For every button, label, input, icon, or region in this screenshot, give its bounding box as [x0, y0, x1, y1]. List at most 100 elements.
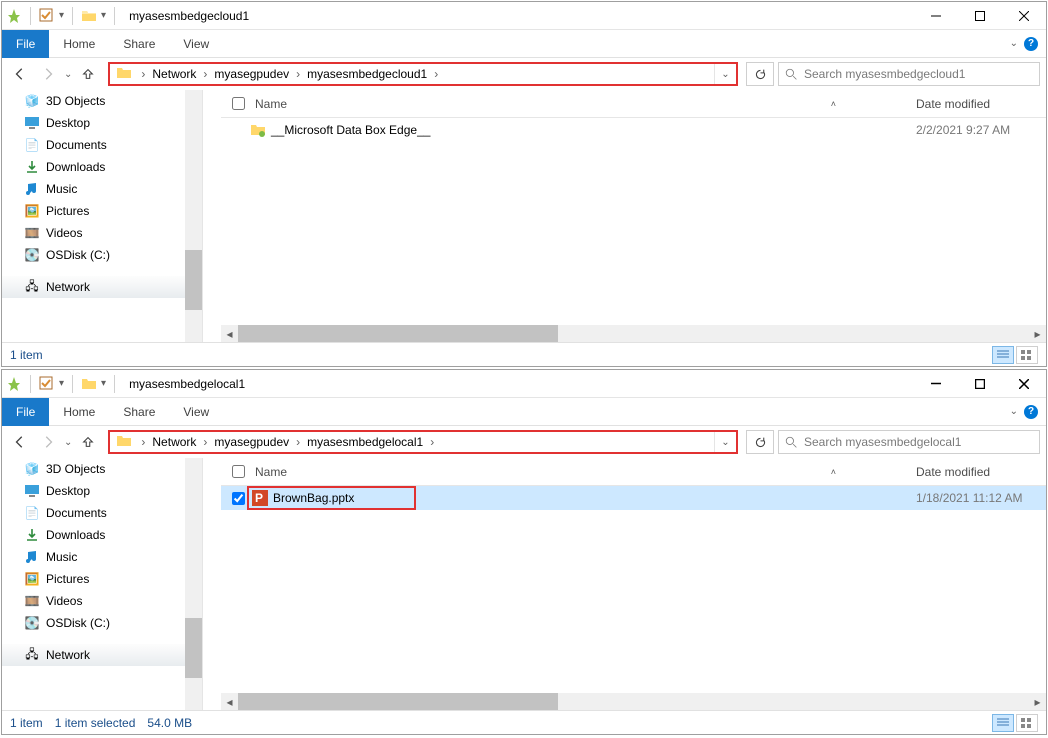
- scroll-right-icon[interactable]: ▸: [1029, 325, 1046, 342]
- sort-ascending-icon[interactable]: ˄: [831, 99, 836, 109]
- navitem-downloads[interactable]: Downloads: [2, 524, 202, 546]
- refresh-button[interactable]: [746, 430, 774, 454]
- properties-check-icon[interactable]: [39, 376, 55, 392]
- history-dropdown-icon[interactable]: ▾: [101, 10, 106, 21]
- back-button[interactable]: [8, 62, 32, 86]
- up-button[interactable]: [76, 430, 100, 454]
- scroll-thumb[interactable]: [238, 325, 558, 342]
- column-name[interactable]: Name: [249, 97, 831, 111]
- ribbon-expand-icon[interactable]: ⌄: [1010, 38, 1018, 49]
- navitem-osdisk[interactable]: 💽OSDisk (C:): [2, 612, 202, 634]
- navitem-documents[interactable]: 📄Documents: [2, 134, 202, 156]
- tab-view[interactable]: View: [169, 398, 223, 426]
- ribbon-expand-icon[interactable]: ⌄: [1010, 406, 1018, 417]
- titlebar[interactable]: ▾ ▾ myasesmbedgecloud1: [2, 2, 1046, 30]
- search-input[interactable]: [804, 435, 1033, 449]
- search-box[interactable]: [778, 430, 1040, 454]
- close-button[interactable]: [1002, 2, 1046, 30]
- tab-file[interactable]: File: [2, 30, 49, 58]
- navitem-videos[interactable]: 🎞️Videos: [2, 590, 202, 612]
- view-details-button[interactable]: [992, 714, 1014, 732]
- navigation-pane[interactable]: 🧊3D Objects Desktop 📄Documents Downloads…: [2, 458, 202, 710]
- breadcrumb[interactable]: › Network› myasegpudev› myasesmbedgeloca…: [138, 431, 437, 453]
- tab-view[interactable]: View: [169, 30, 223, 58]
- tab-home[interactable]: Home: [49, 398, 109, 426]
- crumb-host[interactable]: myasegpudev: [210, 67, 293, 81]
- help-icon[interactable]: ?: [1024, 405, 1038, 419]
- horizontal-scrollbar[interactable]: ◂ ▸: [221, 693, 1046, 710]
- column-date[interactable]: Date modified: [916, 465, 1046, 479]
- row-checkbox[interactable]: [232, 492, 245, 505]
- forward-button[interactable]: [36, 430, 60, 454]
- address-dropdown-icon[interactable]: ⌄: [714, 64, 736, 84]
- column-headers[interactable]: Name ˄ Date modified: [221, 458, 1046, 486]
- navitem-osdisk[interactable]: 💽OSDisk (C:): [2, 244, 202, 266]
- properties-check-icon[interactable]: [39, 8, 55, 24]
- refresh-button[interactable]: [746, 62, 774, 86]
- view-large-button[interactable]: [1016, 714, 1038, 732]
- maximize-button[interactable]: [958, 2, 1002, 30]
- horizontal-scrollbar[interactable]: ◂ ▸: [221, 325, 1046, 342]
- back-button[interactable]: [8, 430, 32, 454]
- view-large-button[interactable]: [1016, 346, 1038, 364]
- tab-share[interactable]: Share: [109, 30, 169, 58]
- crumb-network[interactable]: Network: [148, 435, 200, 449]
- close-button[interactable]: [1002, 370, 1046, 398]
- navitem-pictures[interactable]: 🖼️Pictures: [2, 568, 202, 590]
- search-box[interactable]: [778, 62, 1040, 86]
- crumb-host[interactable]: myasegpudev: [210, 435, 293, 449]
- file-row[interactable]: __Microsoft Data Box Edge__ 2/2/2021 9:2…: [221, 118, 1046, 142]
- navpane-scroll-thumb[interactable]: [185, 618, 202, 678]
- qat-dropdown-icon[interactable]: ▾: [59, 10, 64, 21]
- navitem-downloads[interactable]: Downloads: [2, 156, 202, 178]
- navitem-documents[interactable]: 📄Documents: [2, 502, 202, 524]
- scroll-right-icon[interactable]: ▸: [1029, 693, 1046, 710]
- up-button[interactable]: [76, 62, 100, 86]
- crumb-network[interactable]: Network: [148, 67, 200, 81]
- recent-dropdown-icon[interactable]: ⌄: [64, 437, 72, 448]
- navitem-pictures[interactable]: 🖼️Pictures: [2, 200, 202, 222]
- file-list[interactable]: P BrownBag.pptx 1/18/2021 11:12 AM: [221, 486, 1046, 693]
- navitem-videos[interactable]: 🎞️Videos: [2, 222, 202, 244]
- scroll-left-icon[interactable]: ◂: [221, 325, 238, 342]
- navigation-pane[interactable]: 🧊3D Objects Desktop 📄Documents Downloads…: [2, 90, 202, 342]
- help-icon[interactable]: ?: [1024, 37, 1038, 51]
- pin-icon[interactable]: [6, 8, 22, 24]
- scroll-thumb[interactable]: [238, 693, 558, 710]
- navitem-network[interactable]: 🖧Network: [2, 644, 202, 666]
- column-headers[interactable]: Name ˄ Date modified: [221, 90, 1046, 118]
- view-details-button[interactable]: [992, 346, 1014, 364]
- navitem-music[interactable]: Music: [2, 178, 202, 200]
- forward-button[interactable]: [36, 62, 60, 86]
- pin-icon[interactable]: [6, 376, 22, 392]
- search-input[interactable]: [804, 67, 1033, 81]
- crumb-share[interactable]: myasesmbedgecloud1: [303, 67, 431, 81]
- address-bar[interactable]: › Network› myasegpudev› myasesmbedgeloca…: [108, 430, 738, 454]
- tab-home[interactable]: Home: [49, 30, 109, 58]
- maximize-button[interactable]: [958, 370, 1002, 398]
- breadcrumb[interactable]: › Network› myasegpudev› myasesmbedgeclou…: [138, 63, 441, 85]
- titlebar[interactable]: ▾ ▾ myasesmbedgelocal1: [2, 370, 1046, 398]
- tab-share[interactable]: Share: [109, 398, 169, 426]
- minimize-button[interactable]: [914, 2, 958, 30]
- address-dropdown-icon[interactable]: ⌄: [714, 432, 736, 452]
- navitem-desktop[interactable]: Desktop: [2, 112, 202, 134]
- select-all-checkbox[interactable]: [232, 97, 245, 110]
- crumb-share[interactable]: myasesmbedgelocal1: [303, 435, 427, 449]
- navitem-desktop[interactable]: Desktop: [2, 480, 202, 502]
- file-list[interactable]: __Microsoft Data Box Edge__ 2/2/2021 9:2…: [221, 118, 1046, 325]
- address-bar[interactable]: › Network› myasegpudev› myasesmbedgeclou…: [108, 62, 738, 86]
- scroll-left-icon[interactable]: ◂: [221, 693, 238, 710]
- history-dropdown-icon[interactable]: ▾: [101, 378, 106, 389]
- navitem-network[interactable]: 🖧Network: [2, 276, 202, 298]
- recent-dropdown-icon[interactable]: ⌄: [64, 69, 72, 80]
- column-name[interactable]: Name: [249, 465, 831, 479]
- select-all-checkbox[interactable]: [232, 465, 245, 478]
- minimize-button[interactable]: [914, 370, 958, 398]
- file-row[interactable]: P BrownBag.pptx 1/18/2021 11:12 AM: [221, 486, 1046, 510]
- navitem-3d-objects[interactable]: 🧊3D Objects: [2, 458, 202, 480]
- navpane-scroll-thumb[interactable]: [185, 250, 202, 310]
- qat-dropdown-icon[interactable]: ▾: [59, 378, 64, 389]
- tab-file[interactable]: File: [2, 398, 49, 426]
- sort-ascending-icon[interactable]: ˄: [831, 467, 836, 477]
